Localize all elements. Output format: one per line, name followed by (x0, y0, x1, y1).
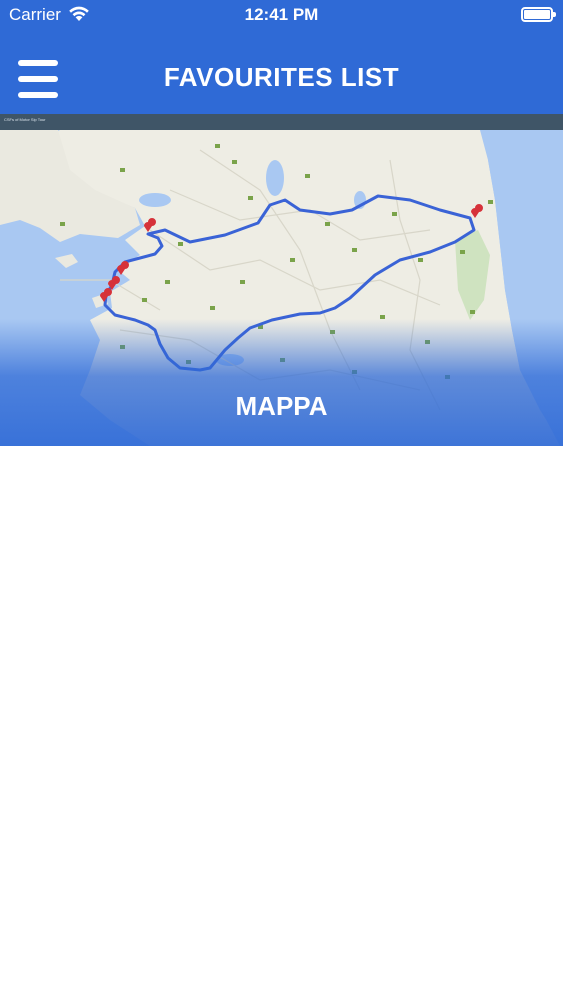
top-bar: Carrier 12:41 PM FAVOURITES LIST (0, 0, 563, 114)
page-title: FAVOURITES LIST (163, 62, 400, 92)
battery-icon (521, 7, 556, 22)
card-title: MAPPA (235, 391, 328, 421)
card-overlay (0, 319, 563, 446)
map-card[interactable]: CSFs of Motor Sip Tour MAPPA (0, 114, 563, 446)
status-time: 12:41 PM (244, 5, 319, 24)
map-caption: CSFs of Motor Sip Tour (4, 117, 46, 122)
map-caption-bar: CSFs of Motor Sip Tour (0, 114, 563, 130)
status-bar: Carrier 12:41 PM (0, 0, 563, 30)
